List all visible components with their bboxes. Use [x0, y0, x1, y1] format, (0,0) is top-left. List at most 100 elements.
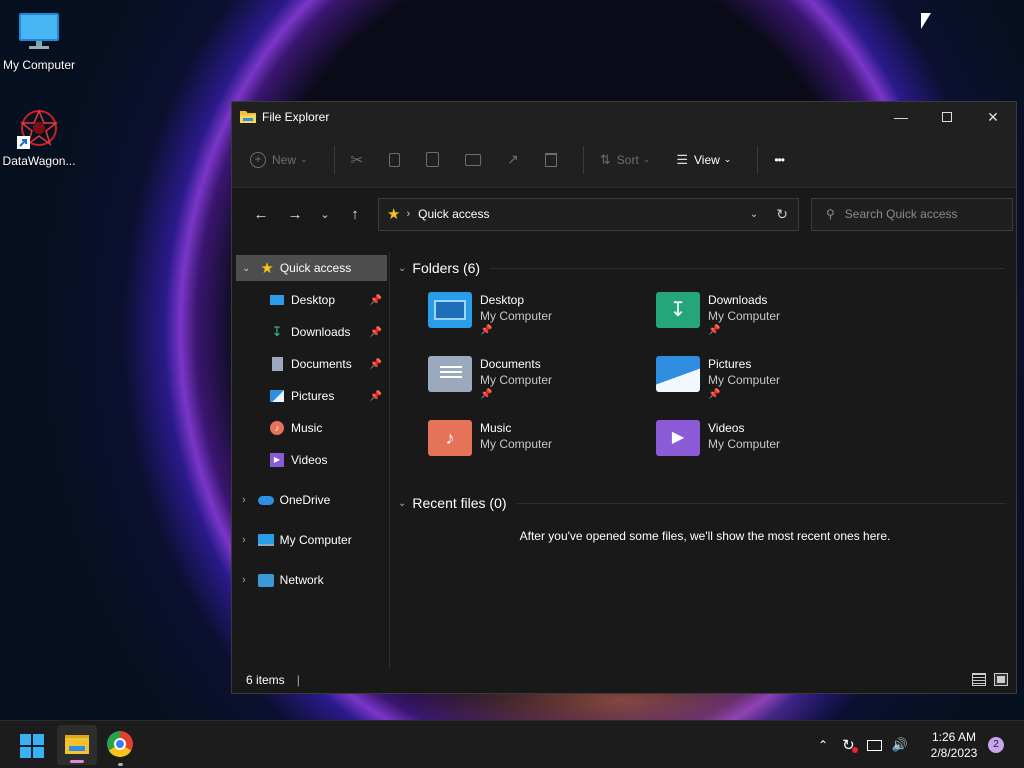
- sidebar-item-label: Documents: [291, 357, 352, 371]
- sidebar-item-videos[interactable]: ▶ Videos: [270, 447, 388, 473]
- search-box[interactable]: ⚲ Search Quick access: [811, 197, 1013, 231]
- folders-heading: Folders (6): [412, 260, 481, 276]
- rename-button[interactable]: [465, 153, 482, 166]
- document-icon: [272, 357, 283, 371]
- start-button[interactable]: [20, 734, 44, 758]
- star-icon: ★: [260, 260, 274, 277]
- monitor-icon: [17, 10, 61, 54]
- folder-name: Pictures: [708, 357, 752, 371]
- file-explorer-window: File Explorer — ✕ + New ⌄ ✂ ↗ ⇅ Sort ⌄ ☰…: [231, 101, 1017, 694]
- recent-section-header[interactable]: ⌄ Recent files (0): [398, 495, 1010, 511]
- pin-icon[interactable]: 📌: [370, 295, 382, 306]
- pin-icon: 📌: [480, 325, 493, 336]
- recent-empty-message: After you've opened some files, we'll sh…: [519, 529, 891, 543]
- open-indicator: [118, 763, 123, 766]
- sidebar-item-label: Pictures: [291, 389, 335, 403]
- pictures-folder-icon: [656, 356, 700, 392]
- address-location[interactable]: Quick access: [418, 207, 489, 221]
- folder-tile-music[interactable]: ♪ Music My Computer: [428, 420, 648, 456]
- sidebar-item-desktop[interactable]: Desktop 📌: [270, 287, 388, 313]
- datawagon-shortcut-icon: [17, 106, 61, 150]
- chevron-right-icon[interactable]: ›: [242, 494, 246, 506]
- minimize-button[interactable]: —: [878, 102, 924, 132]
- sidebar-item-label: Quick access: [279, 261, 352, 275]
- sidebar-item-documents[interactable]: Documents 📌: [270, 351, 388, 377]
- cut-button[interactable]: ✂: [351, 151, 364, 169]
- paste-button[interactable]: [426, 152, 440, 167]
- star-icon: ★: [387, 206, 401, 223]
- sidebar-item-my-computer[interactable]: › My Computer: [242, 527, 388, 553]
- clock-date: 2/8/2023: [930, 746, 978, 760]
- folder-name: Music: [480, 421, 512, 435]
- sidebar-item-label: Music: [291, 421, 323, 435]
- sync-icon[interactable]: ↻: [842, 736, 858, 754]
- sidebar-item-downloads[interactable]: ↧ Downloads 📌: [270, 319, 388, 345]
- show-hidden-icons-button[interactable]: ⌃: [818, 738, 828, 752]
- desktop-icon-datawagon[interactable]: DataWagon...: [0, 106, 78, 168]
- share-button[interactable]: ↗: [507, 151, 519, 168]
- recent-locations-button[interactable]: ⌄: [310, 208, 340, 221]
- share-icon: ↗: [507, 151, 519, 167]
- chevron-down-icon: ⌄: [398, 262, 407, 274]
- maximize-button[interactable]: [924, 102, 970, 132]
- pin-icon[interactable]: 📌: [370, 391, 382, 402]
- forward-button[interactable]: →: [280, 206, 310, 223]
- navigation-pane: ⌄ ★ Quick access Desktop 📌 ↧ Downloads 📌…: [232, 252, 390, 670]
- folder-tile-documents[interactable]: Documents My Computer 📌: [428, 356, 648, 402]
- title-bar[interactable]: File Explorer — ✕: [232, 102, 1016, 132]
- sidebar-item-onedrive[interactable]: › OneDrive: [242, 487, 388, 513]
- section-divider: [516, 502, 1005, 504]
- tiles-view-icon[interactable]: [994, 673, 1008, 686]
- downloads-folder-icon: ↧: [656, 292, 700, 328]
- chevron-down-icon: ⌄: [642, 154, 651, 164]
- back-button[interactable]: ←: [246, 206, 276, 223]
- more-options-button[interactable]: •••: [774, 153, 785, 167]
- chevron-down-icon: ⌄: [723, 154, 732, 164]
- address-bar[interactable]: ★ › Quick access ⌄ ↻: [378, 197, 799, 231]
- sidebar-item-pictures[interactable]: Pictures 📌: [270, 383, 388, 409]
- network-status-icon[interactable]: [866, 739, 882, 751]
- folders-section-header[interactable]: ⌄ Folders (6): [398, 260, 1010, 276]
- details-view-icon[interactable]: [972, 673, 986, 686]
- view-button[interactable]: ☰ View ⌄: [676, 152, 731, 168]
- taskbar-file-explorer-button[interactable]: [57, 725, 97, 765]
- system-tray: ⌃ ↻ 🔊: [818, 721, 922, 768]
- folder-tile-downloads[interactable]: ↧ Downloads My Computer 📌: [656, 292, 876, 338]
- new-button[interactable]: + New ⌄: [250, 151, 308, 168]
- desktop-icon-label: DataWagon...: [2, 154, 76, 168]
- sidebar-item-network[interactable]: › Network: [242, 567, 388, 593]
- chevron-right-icon[interactable]: ›: [242, 534, 246, 546]
- sidebar-item-quick-access[interactable]: ⌄ ★ Quick access: [236, 255, 387, 281]
- toolbar-divider: [582, 145, 584, 174]
- arrow-right-icon: →: [287, 205, 303, 223]
- toolbar-divider: [333, 145, 335, 174]
- notification-count: 2: [993, 739, 999, 750]
- clock[interactable]: 1:26 AM 2/8/2023: [920, 729, 988, 761]
- close-button[interactable]: ✕: [970, 102, 1016, 132]
- up-button[interactable]: ↑: [340, 206, 370, 223]
- scissors-icon: ✂: [350, 151, 364, 169]
- folder-tile-desktop[interactable]: Desktop My Computer 📌: [428, 292, 648, 338]
- address-dropdown-icon[interactable]: ⌄: [750, 209, 758, 220]
- content-pane: ⌄ Folders (6) Desktop My Computer 📌 ↧ Do…: [392, 252, 1018, 672]
- command-bar: + New ⌄ ✂ ↗ ⇅ Sort ⌄ ☰ View ⌄ •••: [232, 132, 1016, 188]
- sort-button[interactable]: ⇅ Sort ⌄: [600, 152, 650, 168]
- minimize-icon: —: [894, 109, 908, 125]
- chrome-center-icon: [114, 738, 126, 750]
- folder-tile-pictures[interactable]: Pictures My Computer 📌: [656, 356, 876, 402]
- pin-icon[interactable]: 📌: [370, 327, 382, 338]
- speaker-icon[interactable]: 🔊: [892, 737, 908, 753]
- notification-badge[interactable]: 2: [988, 737, 1004, 753]
- sidebar-item-music[interactable]: ♪ Music: [270, 415, 388, 441]
- chevron-right-icon: ›: [406, 208, 411, 220]
- chevron-down-icon[interactable]: ⌄: [242, 263, 250, 274]
- copy-button[interactable]: [389, 152, 401, 167]
- desktop-icon-my-computer[interactable]: My Computer: [0, 10, 78, 72]
- folder-tile-videos[interactable]: ▶ Videos My Computer: [656, 420, 876, 456]
- delete-button[interactable]: [544, 152, 557, 167]
- taskbar-chrome-button[interactable]: [107, 731, 135, 766]
- chevron-right-icon[interactable]: ›: [242, 574, 246, 586]
- refresh-icon[interactable]: ↻: [776, 206, 788, 223]
- desktop-icon: [270, 295, 284, 305]
- pin-icon[interactable]: 📌: [370, 359, 382, 370]
